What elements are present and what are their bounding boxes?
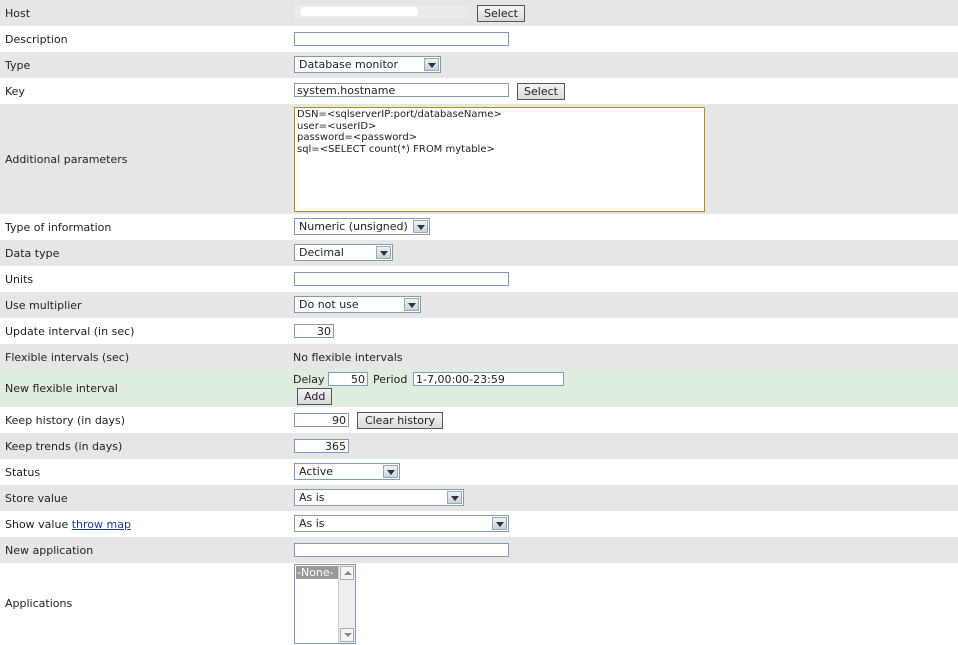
keep-history-input[interactable] <box>294 413 349 427</box>
chevron-down-icon <box>447 491 462 504</box>
row-new-flexible-interval: New flexible interval Delay Period Add <box>0 370 958 407</box>
add-interval-button[interactable]: Add <box>297 388 332 405</box>
delay-label: Delay <box>293 373 325 386</box>
period-label: Period <box>373 373 408 386</box>
chevron-down-icon <box>492 517 507 530</box>
row-type: Type Database monitor <box>0 52 958 78</box>
chevron-down-icon <box>404 298 419 311</box>
type-of-information-select[interactable]: Numeric (unsigned) <box>294 218 430 235</box>
status-value: Active <box>299 465 334 478</box>
key-input[interactable] <box>294 83 509 97</box>
units-input[interactable] <box>294 272 509 286</box>
scroll-up-icon[interactable] <box>340 566 354 580</box>
scroll-down-icon[interactable] <box>340 628 354 642</box>
row-use-multiplier: Use multiplier Do not use <box>0 292 958 318</box>
show-value-value: As is <box>299 517 325 530</box>
chevron-down-icon <box>376 246 391 259</box>
show-value-text: Show value <box>5 518 69 531</box>
description-input[interactable] <box>294 32 509 46</box>
type-label: Type <box>5 59 31 72</box>
applications-scrollbar[interactable] <box>338 565 355 643</box>
row-flexible-intervals: Flexible intervals (sec) No flexible int… <box>0 344 958 370</box>
key-label: Key <box>5 85 25 98</box>
row-key: Key Select <box>0 78 958 104</box>
keep-history-label: Keep history (in days) <box>5 414 126 427</box>
type-select[interactable]: Database monitor <box>294 56 441 73</box>
row-show-value: Show value throw map As is <box>0 511 958 537</box>
chevron-down-icon <box>413 220 428 233</box>
show-value-select[interactable]: As is <box>294 515 509 532</box>
flexible-intervals-label: Flexible intervals (sec) <box>5 351 130 364</box>
store-value-label: Store value <box>5 492 68 505</box>
key-select-button[interactable]: Select <box>517 83 565 100</box>
store-value-value: As is <box>299 491 325 504</box>
type-of-information-value: Numeric (unsigned) <box>299 220 408 233</box>
row-description: Description <box>0 26 958 52</box>
new-application-input[interactable] <box>294 543 509 557</box>
row-applications: Applications -None- <box>0 563 958 645</box>
row-status: Status Active <box>0 459 958 485</box>
row-keep-trends: Keep trends (in days) <box>0 433 958 459</box>
show-value-label: Show value throw map <box>5 518 131 531</box>
keep-trends-label: Keep trends (in days) <box>5 440 123 453</box>
keep-trends-input[interactable] <box>294 439 349 453</box>
row-data-type: Data type Decimal <box>0 240 958 266</box>
row-host: Host Select <box>0 0 958 26</box>
new-application-label: New application <box>5 544 94 557</box>
row-type-of-information: Type of information Numeric (unsigned) <box>0 214 958 240</box>
row-store-value: Store value As is <box>0 485 958 511</box>
use-multiplier-value: Do not use <box>299 298 359 311</box>
item-form: Host Select Description Type Database mo… <box>0 0 958 645</box>
row-update-interval: Update interval (in sec) <box>0 318 958 344</box>
type-of-information-label: Type of information <box>5 221 112 234</box>
status-select[interactable]: Active <box>294 463 400 480</box>
host-value-redacted <box>294 5 469 19</box>
description-label: Description <box>5 33 68 46</box>
host-label: Host <box>5 7 31 20</box>
data-type-label: Data type <box>5 247 60 260</box>
data-type-select[interactable]: Decimal <box>294 244 393 261</box>
use-multiplier-select[interactable]: Do not use <box>294 296 421 313</box>
row-units: Units <box>0 266 958 292</box>
row-keep-history: Keep history (in days) Clear history <box>0 407 958 433</box>
delay-input[interactable] <box>328 372 368 386</box>
update-interval-label: Update interval (in sec) <box>5 325 135 338</box>
additional-parameters-label: Additional parameters <box>5 153 128 166</box>
flexible-intervals-value: No flexible intervals <box>293 351 403 364</box>
use-multiplier-label: Use multiplier <box>5 299 82 312</box>
applications-option[interactable]: -None- <box>296 566 339 579</box>
row-new-application: New application <box>0 537 958 563</box>
throw-map-link[interactable]: throw map <box>72 518 131 531</box>
data-type-value: Decimal <box>299 246 344 259</box>
status-label: Status <box>5 466 41 479</box>
update-interval-input[interactable] <box>294 324 334 338</box>
units-label: Units <box>5 273 34 286</box>
row-additional-parameters: Additional parameters DSN=<sqlserverIP:p… <box>0 104 958 214</box>
applications-listbox[interactable]: -None- <box>294 564 356 644</box>
applications-label: Applications <box>5 597 73 610</box>
period-input[interactable] <box>413 372 564 386</box>
chevron-down-icon <box>383 465 398 478</box>
chevron-down-icon <box>424 58 439 71</box>
clear-history-button[interactable]: Clear history <box>357 412 443 429</box>
type-select-value: Database monitor <box>299 58 399 71</box>
host-select-button[interactable]: Select <box>477 5 525 22</box>
store-value-select[interactable]: As is <box>294 489 464 506</box>
new-flexible-interval-label: New flexible interval <box>5 382 118 395</box>
additional-parameters-textarea[interactable]: DSN=<sqlserverIP:port/databaseName> user… <box>294 107 705 212</box>
